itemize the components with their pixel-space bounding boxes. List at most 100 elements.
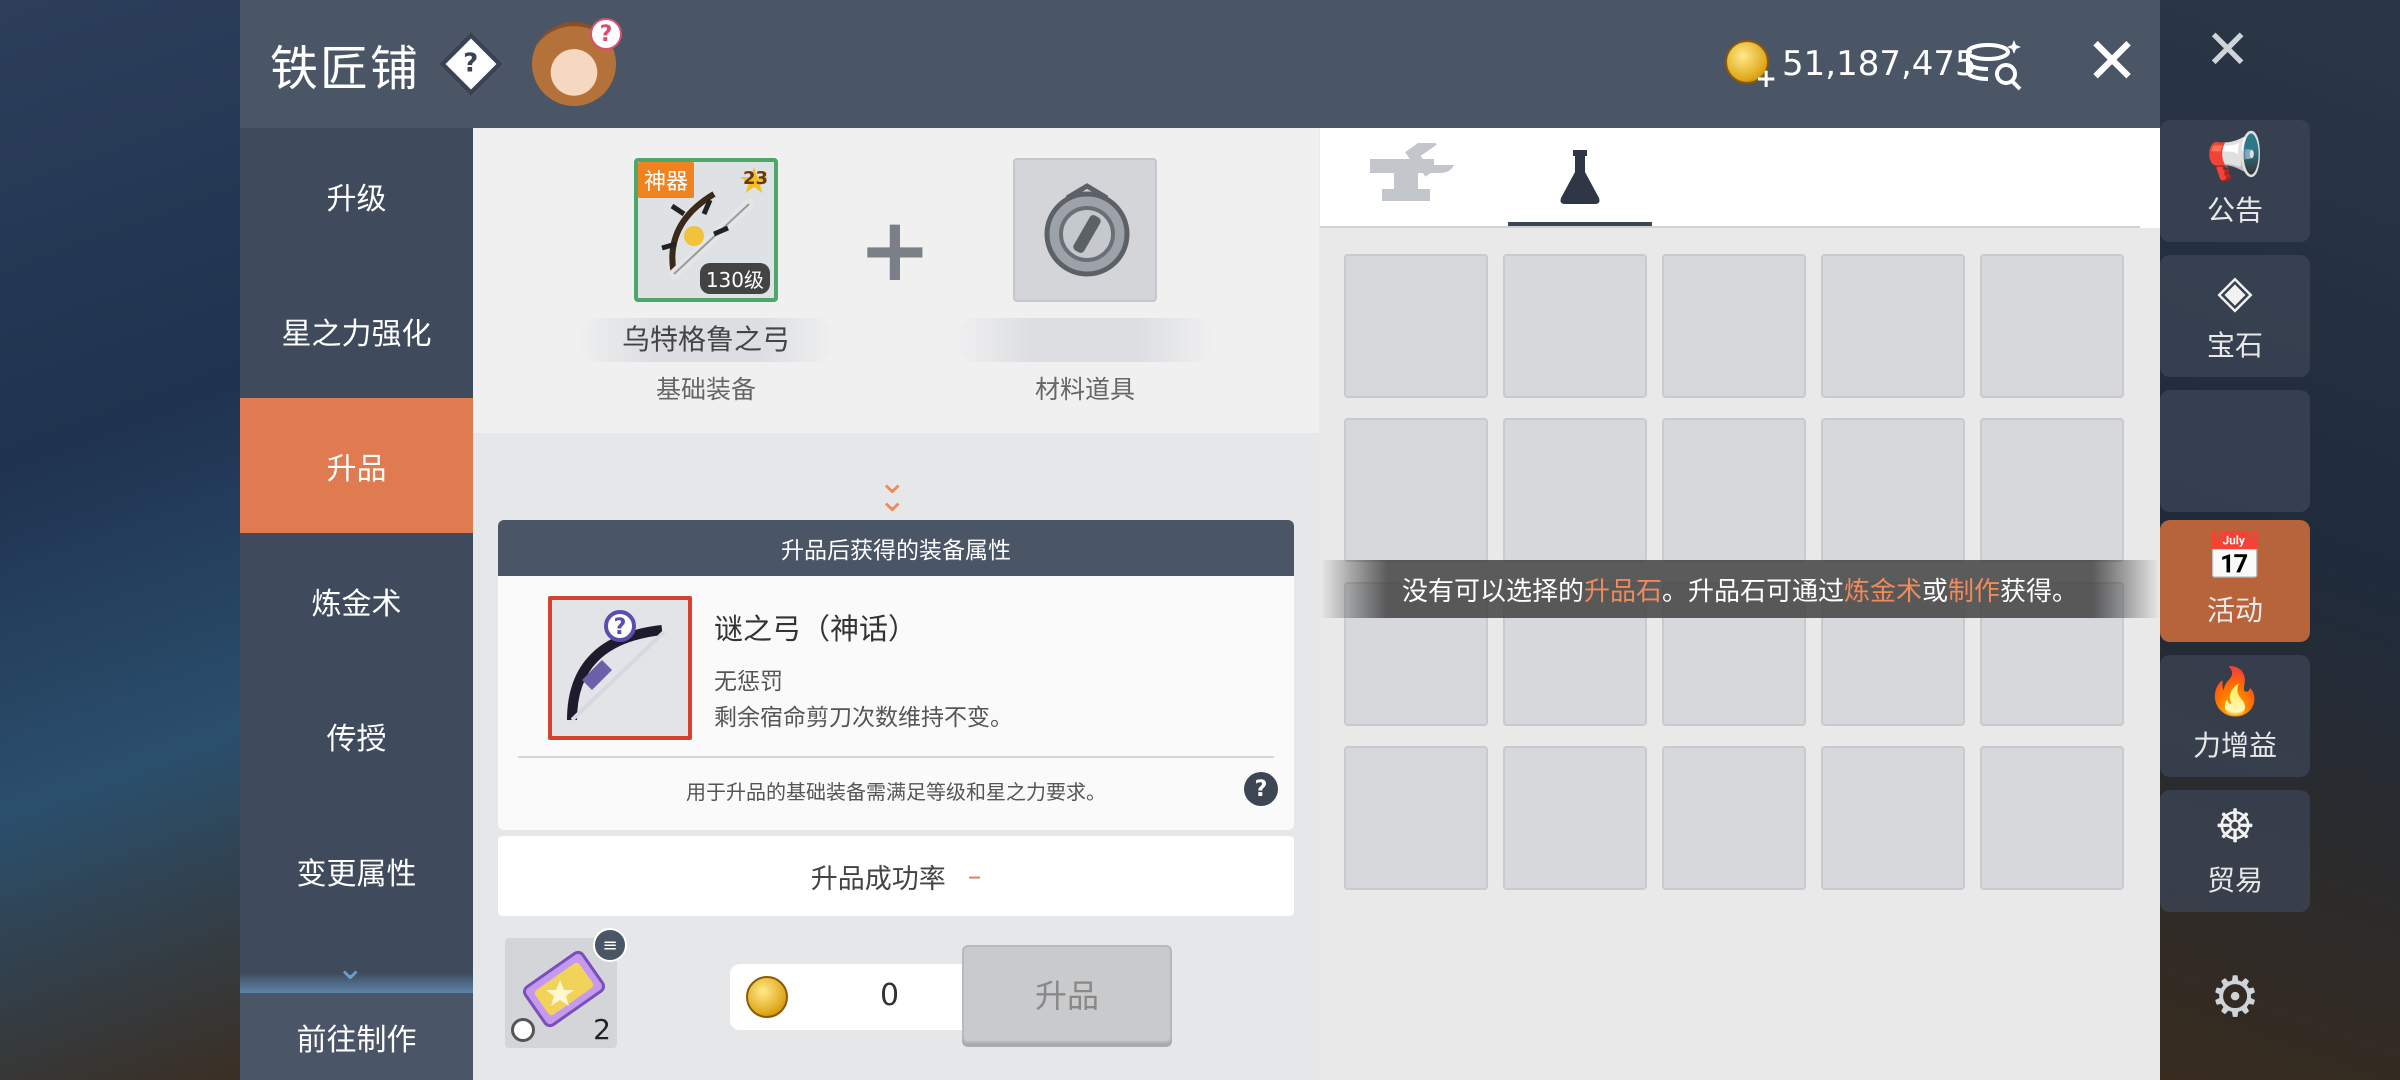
- grid-cell[interactable]: [1662, 746, 1806, 890]
- bg-event-button: 📅 活动: [2160, 520, 2310, 642]
- go-to-crafting-button[interactable]: 前往制作: [240, 993, 473, 1080]
- gem-icon: ◈: [2217, 264, 2253, 318]
- success-rate-label: 升品成功率: [810, 863, 946, 895]
- material-name: [955, 318, 1215, 362]
- help-diamond-icon[interactable]: ?: [438, 31, 504, 97]
- requirement-note: 用于升品的基础装备需满足等级和星之力要求。: [686, 780, 1106, 804]
- material-slot[interactable]: [1013, 158, 1157, 302]
- base-equipment-slot[interactable]: 神器 ★ 23 130级: [634, 158, 778, 302]
- sidebar-item-transfer[interactable]: 传授: [240, 668, 473, 803]
- success-rate-value: –: [967, 860, 982, 892]
- clock-icon: [511, 1018, 535, 1042]
- empty-message-highlight-alchemy: 炼金术: [1843, 576, 1922, 607]
- mystery-bow-icon: ?: [567, 610, 666, 722]
- sidebar-item-upgrade[interactable]: 升级: [240, 128, 473, 263]
- bg-buff-label: 力增益: [2192, 729, 2277, 762]
- ship-wheel-icon: ☸: [2214, 799, 2256, 853]
- grid-cell[interactable]: [1980, 746, 2124, 890]
- result-attributes-header: 升品后获得的装备属性: [498, 520, 1294, 576]
- megaphone-icon: 📢: [2206, 129, 2264, 183]
- result-penalty-text: 无惩罚: [714, 669, 783, 695]
- sidebar-item-alchemy[interactable]: 炼金术: [240, 533, 473, 668]
- material-selection-panel: 没有可以选择的 升品石 。升品石可通过 炼金术或制作 获得。: [1320, 128, 2160, 1080]
- mascot-help-icon[interactable]: ?: [532, 18, 623, 106]
- grid-cell[interactable]: [1662, 254, 1806, 398]
- double-chevron-down-icon: ⌄ ⌄: [878, 462, 907, 520]
- grid-cell[interactable]: [1503, 254, 1647, 398]
- result-item-name: 谜之弓（神话）: [714, 612, 918, 646]
- sidebar-nav: 升级 星之力强化 升品 炼金术 传授 变更属性 ⌄ 前往制作: [240, 128, 473, 1080]
- star-count: 23: [742, 168, 768, 189]
- grid-cell[interactable]: [1821, 418, 1965, 562]
- page-title: 铁匠铺: [270, 41, 421, 97]
- base-equipment-name: 乌特格鲁之弓: [576, 318, 836, 362]
- empty-message-highlight-craft: 制作: [1948, 576, 2001, 607]
- grid-cell[interactable]: [1503, 418, 1647, 562]
- cost-value: 0: [880, 978, 900, 1013]
- modal-header: 铁匠铺 ? ? 51,187,475 ✕: [240, 0, 2160, 128]
- tab-anvil[interactable]: [1338, 128, 1482, 228]
- svg-text:?: ?: [614, 615, 627, 640]
- promote-button[interactable]: 升品: [962, 945, 1172, 1043]
- empty-message-part2: 。升品石可通过: [1661, 576, 1844, 607]
- success-rate-box: 升品成功率 –: [498, 836, 1294, 916]
- sidebar-item-starforce[interactable]: 星之力强化: [240, 263, 473, 398]
- empty-message-part3: 或: [1922, 576, 1949, 607]
- grid-cell[interactable]: [1821, 254, 1965, 398]
- meso-coin-icon[interactable]: [1725, 40, 1777, 94]
- bg-trade-label: 贸易: [2206, 864, 2263, 897]
- help-icon[interactable]: ?: [1244, 772, 1278, 806]
- grid-cell[interactable]: [1344, 254, 1488, 398]
- bg-buff-button: 🔥 力增益: [2160, 655, 2310, 777]
- tabs-divider: [1320, 226, 2140, 228]
- bg-notice-label: 公告: [2206, 194, 2263, 227]
- gear-icon: ⚙: [2210, 965, 2261, 1030]
- material-label: 材料道具: [1034, 375, 1135, 404]
- bg-event-label: 活动: [2206, 594, 2263, 627]
- ticket-count: 2: [593, 1013, 611, 1046]
- tab-flask[interactable]: [1508, 128, 1652, 228]
- anvil-icon: [1370, 143, 1454, 201]
- plus-icon: +: [858, 198, 932, 301]
- grid-cell[interactable]: [1821, 746, 1965, 890]
- result-item-slot[interactable]: ?: [548, 596, 692, 740]
- grid-cell[interactable]: [1662, 418, 1806, 562]
- nav-scroll-glow: [240, 973, 473, 993]
- flask-icon: [1560, 150, 1600, 204]
- artifact-tag: 神器: [638, 162, 695, 198]
- sidebar-item-promote[interactable]: 升品: [240, 398, 473, 533]
- empty-message-banner: 没有可以选择的 升品石 。升品石可通过 炼金术或制作 获得。: [1320, 560, 2160, 618]
- meso-search-icon[interactable]: [1962, 34, 2028, 94]
- result-scissors-text: 剩余宿命剪刀次数维持不变。: [714, 705, 1013, 731]
- bg-notice-button: 📢 公告: [2160, 120, 2310, 242]
- medal-placeholder-icon: [1044, 183, 1130, 277]
- grid-cell[interactable]: [1503, 746, 1647, 890]
- item-level: 130级: [699, 263, 770, 294]
- sidebar-item-change-attribute[interactable]: 变更属性: [240, 803, 473, 938]
- background-scene-left: [0, 0, 240, 1080]
- meso-coin-icon: [746, 976, 788, 1018]
- base-equipment-label: 基础装备: [655, 375, 756, 404]
- bg-gem-label: 宝石: [2206, 329, 2263, 362]
- result-attributes-box: 升品后获得的装备属性 ? 谜之弓（神话） 无惩罚 剩余宿命剪刀次数维持不变。 用…: [498, 520, 1294, 830]
- empty-message-part4: 获得。: [2000, 576, 2079, 607]
- grid-cell[interactable]: [1980, 418, 2124, 562]
- blacksmith-modal: 铁匠铺 ? ? 51,187,475 ✕ 升级 星之力强化 升品 炼金术 传授 …: [240, 0, 2160, 1080]
- grid-cell[interactable]: [1980, 254, 2124, 398]
- calendar-check-icon: 📅: [2206, 529, 2264, 583]
- grid-cell[interactable]: [1344, 418, 1488, 562]
- flame-icon: 🔥: [2206, 664, 2264, 718]
- bg-gem-button: ◈ 宝石: [2160, 255, 2310, 377]
- bg-empty-button: [2160, 390, 2310, 512]
- close-button[interactable]: ✕: [2078, 28, 2146, 96]
- divider: [518, 756, 1274, 758]
- meso-amount: 51,187,475: [1782, 44, 1977, 84]
- material-tabs: [1320, 128, 2160, 228]
- grid-cell[interactable]: [1344, 746, 1488, 890]
- bg-trade-button: ☸ 贸易: [2160, 790, 2310, 912]
- background-close-icon: ✕: [2205, 18, 2251, 81]
- list-icon[interactable]: ≡: [593, 928, 627, 962]
- promotion-ticket-slot[interactable]: ≡ 2: [505, 928, 627, 1048]
- promote-panel: 神器 ★ 23 130级 乌特格鲁之弓 基础装备 + 材料道具 ⌄ ⌄ 升品后获得…: [473, 128, 1319, 1080]
- empty-message-part1: 没有可以选择的: [1401, 576, 1584, 607]
